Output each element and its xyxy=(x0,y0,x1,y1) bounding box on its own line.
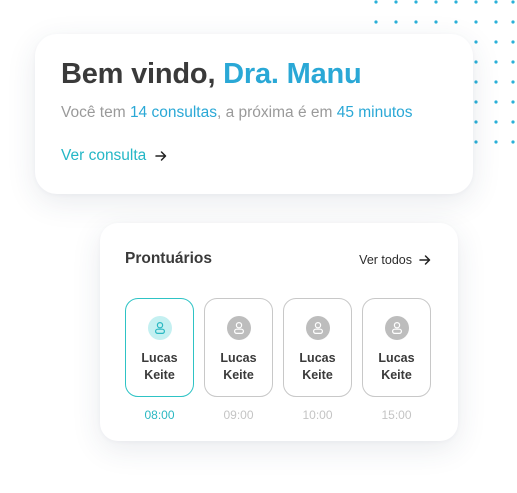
decorative-dot xyxy=(474,120,478,124)
next-appointment-time: 45 minutos xyxy=(336,104,413,121)
decorative-dot xyxy=(494,120,498,124)
summary-prefix: Você tem xyxy=(61,104,130,121)
user-icon xyxy=(384,316,409,340)
decorative-dot xyxy=(474,0,478,4)
see-all-link[interactable]: Ver todos xyxy=(359,253,431,267)
patient-last-name: Keite xyxy=(381,368,412,382)
records-card: Prontuários Ver todos Lucas Keite 08:00 L… xyxy=(100,223,458,441)
decorative-dot xyxy=(494,140,498,144)
user-icon xyxy=(147,316,172,340)
patient-last-name: Keite xyxy=(144,368,175,382)
arrow-right-icon xyxy=(419,254,431,266)
decorative-dot xyxy=(494,80,498,84)
decorative-dot xyxy=(414,0,418,4)
appointment-time: 08:00 xyxy=(144,408,175,422)
user-icon xyxy=(226,316,251,340)
decorative-dot xyxy=(474,80,478,84)
decorative-dot xyxy=(511,0,515,4)
decorative-dot xyxy=(511,140,515,144)
patient-last-name: Keite xyxy=(302,368,333,382)
patient-tile[interactable]: Lucas Keite xyxy=(125,298,194,397)
see-all-label: Ver todos xyxy=(359,253,412,267)
decorative-dot xyxy=(494,100,498,104)
arrow-right-icon xyxy=(155,150,167,162)
appointments-summary: Você tem 14 consultas, a próxima é em 45… xyxy=(61,104,413,122)
patient-first-name: Lucas xyxy=(141,351,178,365)
appointment-time: 15:00 xyxy=(381,408,412,422)
decorative-dot xyxy=(474,20,478,24)
decorative-dot xyxy=(474,40,478,44)
decorative-dot xyxy=(494,40,498,44)
user-icon xyxy=(305,316,330,340)
consult-count: 14 consultas xyxy=(129,104,217,121)
doctor-name: Dra. Manu xyxy=(223,58,362,90)
decorative-dot xyxy=(374,0,378,4)
decorative-dot xyxy=(494,60,498,64)
welcome-card: Bem vindo, Dra. Manu Você tem 14 consult… xyxy=(35,34,473,194)
decorative-dot xyxy=(414,20,418,24)
decorative-dot xyxy=(494,0,498,4)
view-appointment-link[interactable]: Ver consulta xyxy=(61,147,167,165)
decorative-dot xyxy=(474,140,478,144)
appointment-time: 09:00 xyxy=(223,408,254,422)
patient-last-name: Keite xyxy=(223,368,254,382)
decorative-dot xyxy=(511,120,515,124)
decorative-dot xyxy=(511,20,515,24)
patient-name: Lucas Keite xyxy=(363,350,430,384)
appointment-time: 10:00 xyxy=(302,408,333,422)
decorative-dot xyxy=(474,100,478,104)
decorative-dot xyxy=(511,40,515,44)
decorative-dot xyxy=(434,0,438,4)
greeting-text: Bem vindo, xyxy=(61,58,224,90)
patient-name: Lucas Keite xyxy=(126,350,193,384)
decorative-dot xyxy=(454,20,458,24)
summary-middle: , a próxima é em xyxy=(216,104,337,121)
decorative-dot xyxy=(511,80,515,84)
decorative-dot xyxy=(434,20,438,24)
patient-tile[interactable]: Lucas Keite xyxy=(204,298,273,397)
decorative-dot xyxy=(454,0,458,4)
patient-tile[interactable]: Lucas Keite xyxy=(362,298,431,397)
patient-tile[interactable]: Lucas Keite xyxy=(283,298,352,397)
decorative-dot xyxy=(494,20,498,24)
patient-name: Lucas Keite xyxy=(284,350,351,384)
decorative-dot xyxy=(474,60,478,64)
decorative-dot xyxy=(394,0,398,4)
patient-first-name: Lucas xyxy=(299,351,336,365)
decorative-dot xyxy=(374,20,378,24)
decorative-dot xyxy=(394,20,398,24)
patient-name: Lucas Keite xyxy=(205,350,272,384)
patient-first-name: Lucas xyxy=(220,351,257,365)
decorative-dot xyxy=(511,100,515,104)
records-title: Prontuários xyxy=(125,250,212,267)
decorative-dot xyxy=(511,60,515,64)
welcome-title: Bem vindo, Dra. Manu xyxy=(61,58,362,91)
view-appointment-label: Ver consulta xyxy=(61,147,147,164)
patient-first-name: Lucas xyxy=(378,351,415,365)
